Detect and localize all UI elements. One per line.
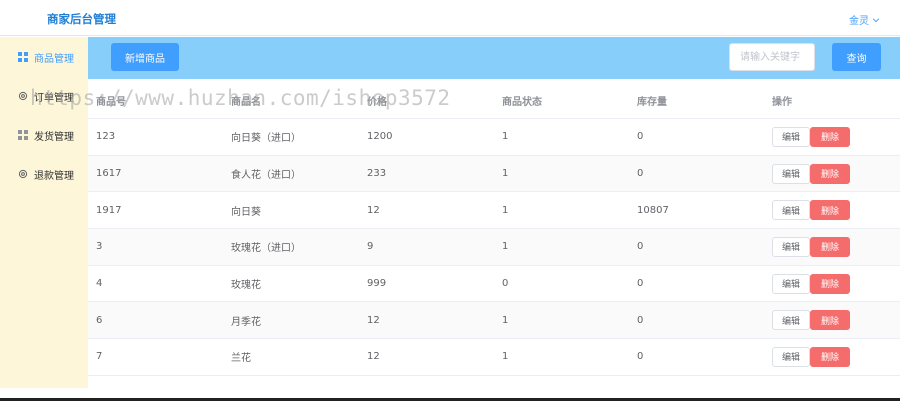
table-cell: 1 [502, 131, 509, 143]
edit-button[interactable]: 编辑 [772, 273, 810, 294]
gear-icon [18, 91, 28, 101]
column-header: 库存量 [637, 97, 667, 108]
sidebar-item-label: 商品管理 [34, 53, 74, 65]
sidebar-item-shipping[interactable]: 发货管理 [0, 123, 88, 147]
sidebar-item-label: 退款管理 [34, 170, 74, 182]
table-cell: 1617 [96, 168, 122, 180]
chevron-down-icon [872, 17, 880, 22]
column-header: 商品号 [96, 97, 126, 108]
table-row: 1617 食人花（进口） 233 1 0 编辑 删除 [88, 155, 900, 193]
table-row: 7 兰花 12 1 0 编辑 删除 [88, 339, 900, 376]
sidebar-item-label: 订单管理 [34, 92, 74, 104]
delete-button[interactable]: 删除 [810, 346, 850, 367]
table-cell: 6 [96, 314, 103, 326]
delete-button[interactable]: 删除 [810, 273, 850, 294]
table-row: 6 月季花 12 1 0 编辑 删除 [88, 302, 900, 340]
table-cell: 1 [502, 204, 509, 216]
table-cell: 123 [96, 131, 116, 143]
edit-button[interactable]: 编辑 [772, 310, 810, 331]
top-header: 商家后台管理 金灵 [0, 0, 900, 36]
table-row: 3 玫瑰花（进口） 9 1 0 编辑 删除 [88, 229, 900, 266]
table-cell: 7 [96, 351, 103, 363]
edit-button[interactable]: 编辑 [772, 346, 810, 367]
table-cell: 1200 [367, 131, 393, 143]
edit-button[interactable]: 编辑 [772, 163, 810, 184]
delete-button[interactable]: 删除 [810, 200, 850, 221]
table-cell: 玫瑰花（进口） [231, 243, 301, 255]
delete-button[interactable]: 删除 [810, 310, 850, 331]
toolbar: 新增商品 查询 [88, 37, 900, 79]
sidebar: 商品管理 订单管理 发货管理 退款管理 [0, 37, 88, 388]
delete-button[interactable]: 删除 [810, 126, 850, 147]
table-cell: 玫瑰花 [231, 280, 261, 292]
table-cell: 0 [637, 241, 644, 253]
row-actions: 编辑 删除 [772, 200, 850, 221]
table-cell: 999 [367, 278, 387, 290]
table-cell: 0 [637, 131, 644, 143]
row-actions: 编辑 删除 [772, 236, 850, 257]
table-cell: 12 [367, 314, 380, 326]
row-actions: 编辑 删除 [772, 163, 850, 184]
table-header: 商品号 商品名 价格 商品状态 库存量 操作 [88, 83, 900, 119]
sidebar-item-products[interactable]: 商品管理 [0, 45, 88, 69]
column-header: 商品状态 [502, 97, 542, 108]
table-row: 4 玫瑰花 999 0 0 编辑 删除 [88, 266, 900, 303]
table-cell: 1 [502, 241, 509, 253]
user-menu[interactable]: 金灵 [849, 12, 880, 27]
grid-icon [18, 52, 28, 62]
row-actions: 编辑 删除 [772, 126, 850, 147]
delete-button[interactable]: 删除 [810, 236, 850, 257]
row-actions: 编辑 删除 [772, 346, 850, 367]
sidebar-item-refunds[interactable]: 退款管理 [0, 162, 88, 186]
table-cell: 1917 [96, 204, 122, 216]
grid-icon [18, 130, 28, 140]
table-body: 123 向日葵（进口） 1200 1 0 编辑 删除 1617 食人花（进口） 233 1 0 编辑 删除… [88, 119, 900, 376]
table-cell: 4 [96, 278, 103, 290]
table-cell: 233 [367, 168, 387, 180]
app-title: 商家后台管理 [47, 12, 116, 26]
add-product-button[interactable]: 新增商品 [111, 43, 179, 71]
table-cell: 向日葵（进口） [231, 133, 301, 145]
gear-icon [18, 169, 28, 179]
table-cell: 0 [637, 351, 644, 363]
sidebar-item-orders[interactable]: 订单管理 [0, 84, 88, 108]
table-cell: 9 [367, 241, 374, 253]
search-input[interactable] [729, 43, 815, 71]
search-button[interactable]: 查询 [832, 43, 881, 71]
table-cell: 月季花 [231, 316, 261, 328]
table-cell: 10807 [637, 204, 669, 216]
edit-button[interactable]: 编辑 [772, 200, 810, 221]
edit-button[interactable]: 编辑 [772, 236, 810, 257]
row-actions: 编辑 删除 [772, 310, 850, 331]
edit-button[interactable]: 编辑 [772, 126, 810, 147]
table-cell: 兰花 [231, 353, 251, 365]
table-cell: 3 [96, 241, 103, 253]
delete-button[interactable]: 删除 [810, 163, 850, 184]
table-cell: 1 [502, 168, 509, 180]
column-header: 商品名 [231, 97, 261, 108]
table-cell: 12 [367, 351, 380, 363]
user-name: 金灵 [849, 16, 869, 27]
table-cell: 0 [637, 168, 644, 180]
column-header: 操作 [772, 97, 792, 108]
table-cell: 向日葵 [231, 206, 261, 218]
column-header: 价格 [367, 97, 387, 108]
table-cell: 0 [637, 278, 644, 290]
table-cell: 12 [367, 204, 380, 216]
product-table: 商品号 商品名 价格 商品状态 库存量 操作 123 向日葵（进口） 1200 1 0 编… [88, 83, 900, 376]
table-cell: 1 [502, 314, 509, 326]
row-actions: 编辑 删除 [772, 273, 850, 294]
table-cell: 0 [637, 314, 644, 326]
table-row: 1917 向日葵 12 1 10807 编辑 删除 [88, 192, 900, 230]
table-cell: 食人花（进口） [231, 170, 301, 182]
table-row: 123 向日葵（进口） 1200 1 0 编辑 删除 [88, 119, 900, 156]
table-cell: 1 [502, 351, 509, 363]
table-cell: 0 [502, 278, 509, 290]
sidebar-item-label: 发货管理 [34, 131, 74, 143]
